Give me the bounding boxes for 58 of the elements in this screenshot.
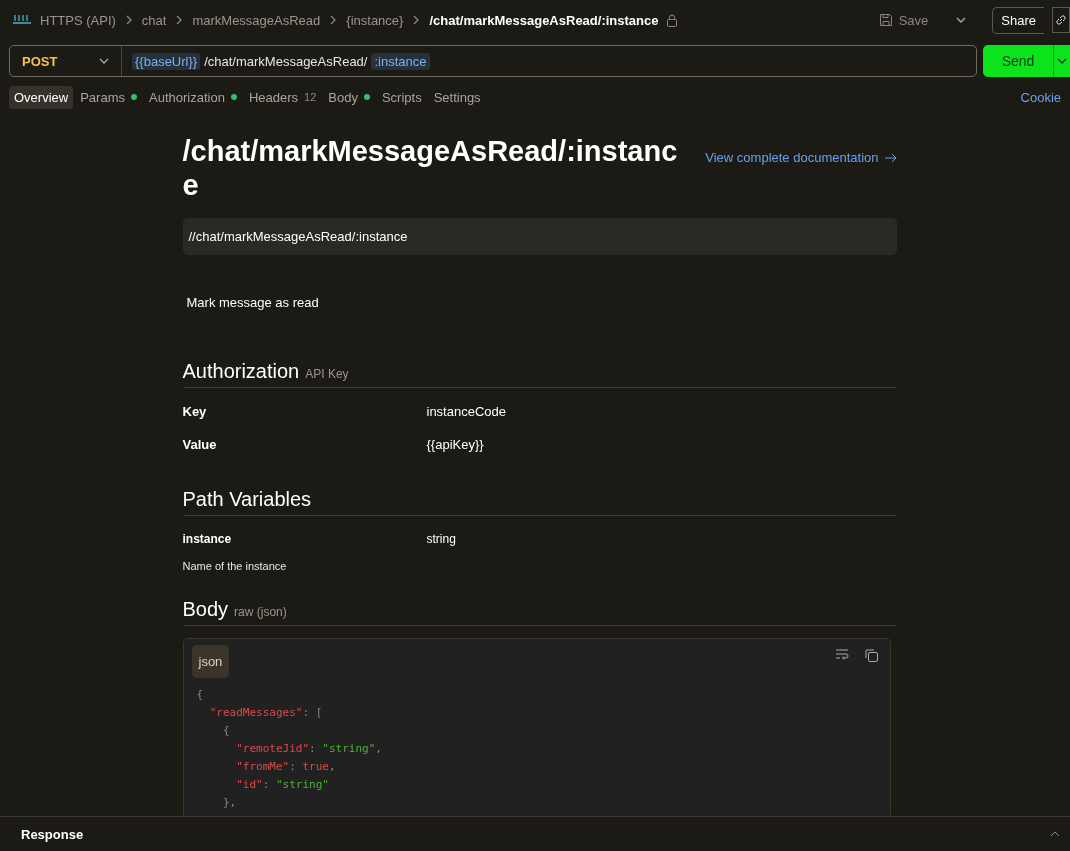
url-bar[interactable]: POST {{baseUrl}} /chat/markMessageAsRead/ :instance	[9, 45, 977, 77]
endpoint-path: //chat/markMessageAsRead/:instance	[182, 218, 897, 255]
code-line: "remoteJid": "string",	[235, 741, 383, 757]
variable-name: instance	[182, 532, 233, 546]
section-heading: Path Variables	[182, 488, 312, 511]
description: Mark message as read	[186, 295, 320, 310]
chevron-down-icon	[1057, 56, 1067, 66]
field-name: Key	[182, 404, 208, 419]
auth-type: API Key	[305, 367, 349, 381]
section-heading: Body	[182, 598, 229, 621]
breadcrumb-item[interactable]: markMessageAsRead	[192, 12, 321, 28]
tab[interactable]: Headers 12	[243, 85, 322, 109]
tab[interactable]: Overview	[9, 85, 74, 109]
link-button[interactable]	[1052, 7, 1070, 33]
field-name: Value	[182, 437, 218, 452]
http-icon	[12, 13, 32, 27]
save-button[interactable]: Save	[878, 12, 929, 28]
code-line: "fromMe": true,	[235, 759, 337, 775]
arrow-right-icon	[884, 152, 897, 163]
response-label: Response	[21, 826, 84, 842]
tab[interactable]: Body	[323, 85, 375, 109]
tab[interactable]: Scripts	[376, 85, 427, 109]
tab[interactable]: Params	[75, 85, 142, 109]
url-param: :instance	[371, 52, 430, 70]
method-dropdown[interactable]: POST	[10, 46, 122, 76]
tab-count: 12	[304, 91, 317, 103]
copy-icon[interactable]	[864, 649, 878, 662]
share-button[interactable]: Share	[992, 6, 1044, 34]
language-label: json	[191, 645, 230, 678]
body-type: raw (json)	[234, 605, 287, 619]
code-line: {	[222, 723, 231, 739]
breadcrumb-item[interactable]: chat	[141, 12, 167, 28]
breadcrumb-current: /chat/markMessageAsRead/:instance	[429, 12, 659, 28]
code-line: "id": "string"	[235, 777, 330, 793]
code-line: {	[196, 687, 205, 703]
save-icon	[878, 13, 893, 27]
section-heading: Authorization	[182, 360, 300, 383]
documentation-link[interactable]: View complete documentation	[705, 150, 897, 165]
tab[interactable]: Settings	[428, 85, 486, 109]
chevron-up-icon[interactable]	[1050, 829, 1060, 839]
code-line: "readMessages": [	[208, 705, 324, 721]
breadcrumb-item[interactable]: HTTPS (API)	[40, 12, 116, 28]
field-value: {{apiKey}}	[426, 437, 485, 452]
cookies-link[interactable]: Cookie	[1020, 89, 1061, 105]
breadcrumb-item[interactable]: {instance}	[346, 12, 404, 28]
send-button[interactable]: Send	[983, 45, 1053, 77]
url-path: /chat/markMessageAsRead/	[204, 53, 368, 69]
link-icon	[1055, 14, 1067, 26]
variable-type: string	[426, 532, 457, 546]
wrap-icon[interactable]	[834, 649, 849, 661]
variable-description: Name of the instance	[182, 560, 288, 572]
chevron-down-icon	[99, 56, 109, 66]
tab[interactable]: Authorization	[144, 85, 242, 109]
code-line: },	[222, 795, 238, 811]
field-value: instanceCode	[426, 404, 507, 419]
page-title: /chat/markMessageAsRead/:instance	[182, 134, 679, 202]
url-variable: {{baseUrl}}	[132, 52, 201, 70]
chevron-down-icon	[956, 15, 967, 25]
